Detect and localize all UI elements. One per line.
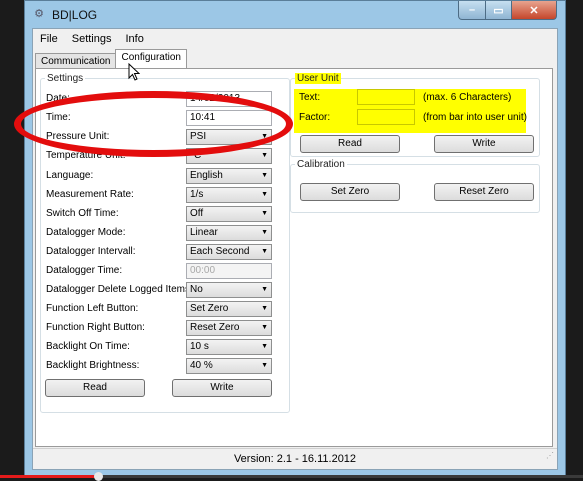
temperature-unit-value: °C	[190, 150, 202, 161]
function-right-button-select[interactable]: Reset Zero ▼	[186, 320, 272, 336]
date-label: Date:	[46, 93, 70, 104]
pressure-unit-select[interactable]: PSI ▼	[186, 129, 272, 145]
settings-write-button[interactable]: Write	[172, 379, 272, 397]
datalogger-mode-label: Datalogger Mode:	[46, 227, 126, 238]
user-unit-text-input[interactable]	[357, 89, 415, 105]
set-zero-button[interactable]: Set Zero	[300, 183, 400, 201]
tab-communication[interactable]: Communication	[35, 53, 117, 69]
time-label: Time:	[46, 112, 71, 123]
backlight-on-time-label: Backlight On Time:	[46, 341, 130, 352]
menu-info[interactable]: Info	[118, 33, 150, 45]
version-text: Version: 2.1 - 16.11.2012	[233, 453, 357, 465]
window-title: BD|LOG	[52, 8, 98, 22]
settings-legend: Settings	[47, 73, 84, 84]
user-unit-read-button[interactable]: Read	[300, 135, 400, 153]
title-bar[interactable]: ⚙ BD|LOG – ▭ ✕	[25, 1, 565, 27]
calibration-legend: Calibration	[297, 159, 345, 170]
switch-off-time-select[interactable]: Off ▼	[186, 206, 272, 222]
dropdown-arrow-icon: ▼	[261, 286, 268, 293]
caption-buttons: – ▭ ✕	[458, 1, 557, 20]
time-field[interactable]: 10:41	[186, 110, 272, 126]
date-field[interactable]: 14/02/2013	[186, 91, 272, 107]
datalogger-delete-value: No	[190, 284, 203, 295]
measurement-rate-select[interactable]: 1/s ▼	[186, 187, 272, 203]
client-area: File Settings Info Communication Configu…	[32, 28, 558, 470]
menu-file[interactable]: File	[33, 33, 65, 45]
app-icon: ⚙	[34, 8, 44, 20]
menu-bar: File Settings Info	[33, 29, 557, 49]
language-label: Language:	[46, 170, 94, 181]
user-unit-write-button[interactable]: Write	[434, 135, 534, 153]
temperature-unit-select[interactable]: °C ▼	[186, 148, 272, 164]
dropdown-arrow-icon: ▼	[261, 343, 268, 350]
dropdown-arrow-icon: ▼	[261, 172, 268, 179]
dropdown-arrow-icon: ▼	[261, 362, 268, 369]
datalogger-delete-label: Datalogger Delete Logged Items:	[46, 284, 193, 295]
status-bar: Version: 2.1 - 16.11.2012 ⋰	[33, 448, 557, 469]
function-left-button-select[interactable]: Set Zero ▼	[186, 301, 272, 317]
backlight-brightness-select[interactable]: 40 % ▼	[186, 358, 272, 374]
close-button[interactable]: ✕	[512, 1, 557, 20]
menu-settings[interactable]: Settings	[65, 33, 119, 45]
user-unit-factor-hint: (from bar into user unit)	[423, 112, 527, 123]
resize-grip-icon[interactable]: ⋰	[546, 446, 554, 466]
app-window: ⚙ BD|LOG – ▭ ✕ File Settings Info Commun…	[24, 0, 566, 478]
function-left-button-value: Set Zero	[190, 303, 229, 314]
dropdown-arrow-icon: ▼	[261, 133, 268, 140]
user-unit-factor-input[interactable]	[357, 109, 415, 125]
function-right-button-label: Function Right Button:	[46, 322, 145, 333]
language-value: English	[190, 170, 223, 181]
user-unit-factor-label: Factor:	[299, 112, 331, 123]
backlight-brightness-label: Backlight Brightness:	[46, 360, 140, 371]
backlight-on-time-value: 10 s	[190, 341, 209, 352]
datalogger-mode-select[interactable]: Linear ▼	[186, 225, 272, 241]
function-left-button-label: Function Left Button:	[46, 303, 139, 314]
pressure-unit-label: Pressure Unit:	[46, 131, 110, 142]
minimize-button[interactable]: –	[458, 1, 486, 20]
datalogger-intervall-select[interactable]: Each Second ▼	[186, 244, 272, 260]
datalogger-delete-select[interactable]: No ▼	[186, 282, 272, 298]
temperature-unit-label: Temperature Unit:	[46, 150, 126, 161]
dropdown-arrow-icon: ▼	[261, 191, 268, 198]
pressure-unit-value: PSI	[190, 131, 207, 142]
tab-strip: Communication Configuration	[35, 49, 187, 70]
backlight-on-time-select[interactable]: 10 s ▼	[186, 339, 272, 355]
reset-zero-button[interactable]: Reset Zero	[434, 183, 534, 201]
user-unit-text-label: Text:	[299, 92, 321, 103]
user-unit-text-hint: (max. 6 Characters)	[423, 92, 512, 103]
mouse-cursor-icon	[128, 63, 140, 81]
datalogger-time-field: 00:00	[186, 263, 272, 279]
dropdown-arrow-icon: ▼	[261, 210, 268, 217]
switch-off-time-label: Switch Off Time:	[46, 208, 119, 219]
tab-configuration[interactable]: Configuration	[115, 49, 187, 70]
user-unit-legend: User Unit	[295, 73, 341, 84]
datalogger-intervall-value: Each Second	[190, 246, 250, 257]
dropdown-arrow-icon: ▼	[261, 152, 268, 159]
datalogger-intervall-label: Datalogger Intervall:	[46, 246, 136, 257]
switch-off-time-value: Off	[190, 208, 204, 219]
settings-read-button[interactable]: Read	[45, 379, 145, 397]
backlight-brightness-value: 40 %	[190, 360, 213, 371]
dropdown-arrow-icon: ▼	[261, 324, 268, 331]
dropdown-arrow-icon: ▼	[261, 229, 268, 236]
measurement-rate-value: 1/s	[190, 189, 204, 200]
datalogger-time-label: Datalogger Time:	[46, 265, 123, 276]
dropdown-arrow-icon: ▼	[261, 305, 268, 312]
function-right-button-value: Reset Zero	[190, 322, 240, 333]
video-scrubber-handle[interactable]	[94, 472, 103, 481]
configuration-page: Settings Date: 14/02/2013 Time: 10:41 Pr…	[35, 68, 553, 447]
maximize-button[interactable]: ▭	[486, 1, 512, 20]
datalogger-mode-value: Linear	[190, 227, 218, 238]
measurement-rate-label: Measurement Rate:	[46, 189, 134, 200]
language-select[interactable]: English ▼	[186, 168, 272, 184]
dropdown-arrow-icon: ▼	[261, 248, 268, 255]
